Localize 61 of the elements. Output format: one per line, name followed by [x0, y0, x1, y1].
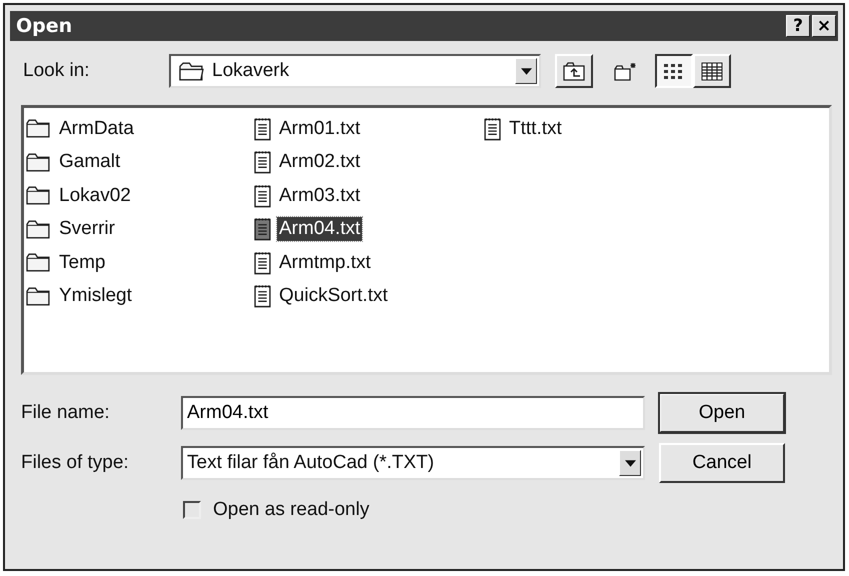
- close-button[interactable]: ×: [812, 15, 836, 37]
- folder-item[interactable]: ArmData: [26, 112, 254, 146]
- folder-icon: [26, 220, 51, 239]
- look-in-dropdown[interactable]: Lokaverk: [169, 54, 541, 88]
- window-title: Open: [16, 15, 72, 37]
- up-folder-button[interactable]: [555, 54, 593, 88]
- look-in-value: Lokaverk: [212, 60, 290, 82]
- list-view-icon: [663, 61, 685, 81]
- text-file-icon: [254, 116, 271, 141]
- folder-item[interactable]: Sverrir: [26, 212, 254, 246]
- text-file-icon: [254, 150, 271, 174]
- file-name-label: File name:: [21, 402, 111, 424]
- file-name: Sverrir: [58, 217, 116, 242]
- file-item[interactable]: Tttt.txt: [484, 112, 704, 146]
- file-name: Arm03.txt: [278, 184, 362, 208]
- text-file-icon: [254, 250, 271, 275]
- file-item[interactable]: Arm01.txt: [254, 112, 484, 146]
- file-item[interactable]: QuickSort.txt: [254, 280, 484, 313]
- file-name: ArmData: [58, 116, 135, 141]
- file-name-field[interactable]: Arm04.txt: [181, 396, 645, 430]
- file-item[interactable]: Armtmp.txt: [254, 246, 484, 280]
- folder-item[interactable]: Gamalt: [26, 146, 254, 179]
- file-type-dropdown[interactable]: Text filar fån AutoCad (*.TXT): [181, 446, 645, 480]
- file-item[interactable]: Arm04.txt: [254, 212, 484, 246]
- file-name: Ymislegt: [58, 284, 133, 308]
- folder-icon: [26, 186, 51, 206]
- file-item[interactable]: Arm02.txt: [254, 146, 484, 179]
- folder-icon: [26, 286, 51, 306]
- file-name: Arm02.txt: [278, 150, 362, 174]
- open-button[interactable]: Open: [659, 393, 785, 433]
- folder-item[interactable]: Ymislegt: [26, 280, 254, 313]
- file-item[interactable]: Arm03.txt: [254, 179, 484, 212]
- read-only-label[interactable]: Open as read-only: [213, 499, 370, 521]
- file-name: Gamalt: [58, 150, 122, 174]
- details-view-icon: [701, 61, 723, 81]
- cancel-button[interactable]: Cancel: [659, 443, 785, 483]
- text-file-icon: [484, 116, 501, 141]
- file-name: Armtmp.txt: [278, 250, 372, 275]
- file-name: QuickSort.txt: [278, 284, 389, 308]
- text-file-icon: [254, 184, 271, 208]
- help-button[interactable]: ?: [786, 15, 810, 37]
- text-file-icon: [254, 284, 271, 308]
- look-in-label: Look in:: [22, 60, 91, 82]
- file-name: Temp: [58, 250, 106, 275]
- folder-icon: [26, 119, 51, 138]
- folder-item[interactable]: Lokav02: [26, 179, 254, 212]
- details-view-button[interactable]: [693, 54, 731, 88]
- folder-icon: [26, 253, 51, 272]
- folder-icon: [26, 152, 51, 172]
- folder-item[interactable]: Temp: [26, 246, 254, 280]
- file-type-label: Files of type:: [21, 452, 130, 474]
- up-folder-icon: [563, 61, 585, 81]
- file-name: Arm01.txt: [278, 116, 362, 141]
- file-name: Arm04.txt: [277, 217, 362, 242]
- read-only-checkbox[interactable]: [183, 501, 201, 519]
- file-name: Tttt.txt: [508, 116, 563, 141]
- folder-icon: [179, 62, 204, 80]
- list-view-button[interactable]: [655, 54, 693, 88]
- text-file-icon: [254, 217, 271, 242]
- file-name: Lokav02: [58, 184, 132, 208]
- new-folder-icon: [614, 61, 638, 81]
